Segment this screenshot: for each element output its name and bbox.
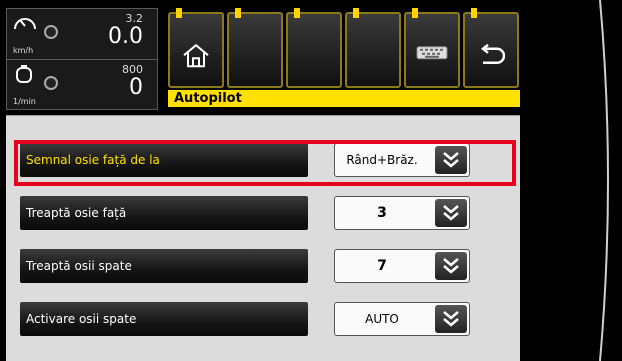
softkey-bar: [168, 8, 520, 90]
softkey-empty-3[interactable]: [345, 8, 401, 88]
softkey-empty-2[interactable]: [286, 8, 342, 88]
chevron-double-down-icon: [443, 205, 459, 221]
rear-axle-step-dropdown[interactable]: 7: [334, 249, 470, 283]
rpm-gauge: 1/min 800 0: [7, 60, 157, 110]
dropdown-value: 7: [377, 258, 387, 274]
keyboard-icon: [416, 46, 448, 60]
rpm-unit: 1/min: [13, 97, 36, 106]
bezel-edge: [599, 0, 609, 361]
home-button[interactable]: [168, 8, 224, 88]
back-button[interactable]: [463, 8, 519, 88]
settings-row: Treaptă osie față 3: [16, 192, 516, 234]
speed-gauge: km/h 3.2 0.0: [7, 9, 157, 60]
terminal-screen: { "gauges": { "speed": { "unit": "km/h",…: [0, 0, 622, 361]
settings-row: Activare osii spate AUTO: [16, 298, 516, 340]
dropdown-button[interactable]: [435, 252, 467, 280]
speed-value: 0.0: [108, 24, 143, 49]
rear-axle-step-label[interactable]: Treaptă osii spate: [20, 249, 308, 283]
speed-unit: km/h: [13, 46, 34, 55]
back-arrow-icon: [480, 43, 505, 65]
speedometer-icon: [14, 18, 36, 30]
highlight-frame: [14, 140, 516, 186]
settings-row: Treaptă osii spate 7: [16, 245, 516, 287]
front-axle-step-label[interactable]: Treaptă osie față: [20, 196, 308, 230]
engine-icon: [16, 65, 32, 83]
dropdown-value: AUTO: [365, 312, 399, 326]
speed-indicator-icon: [44, 25, 58, 39]
dropdown-button[interactable]: [435, 305, 467, 333]
front-axle-step-dropdown[interactable]: 3: [334, 196, 470, 230]
rear-axle-activation-label[interactable]: Activare osii spate: [20, 302, 308, 336]
rpm-indicator-icon: [44, 76, 58, 90]
rear-axle-activation-dropdown[interactable]: AUTO: [334, 302, 470, 336]
keyboard-button[interactable]: [404, 8, 460, 88]
chevron-double-down-icon: [443, 258, 459, 274]
screen-bezel-area: [520, 0, 622, 361]
chevron-double-down-icon: [443, 311, 459, 327]
rpm-value: 0: [129, 75, 143, 100]
instrument-panel: km/h 3.2 0.0 1/min 800 0: [6, 8, 158, 110]
home-icon: [183, 43, 209, 68]
softkey-empty-1[interactable]: [227, 8, 283, 88]
dropdown-value: 3: [377, 205, 387, 221]
dropdown-button[interactable]: [435, 199, 467, 227]
page-title: Autopilot: [168, 90, 520, 107]
